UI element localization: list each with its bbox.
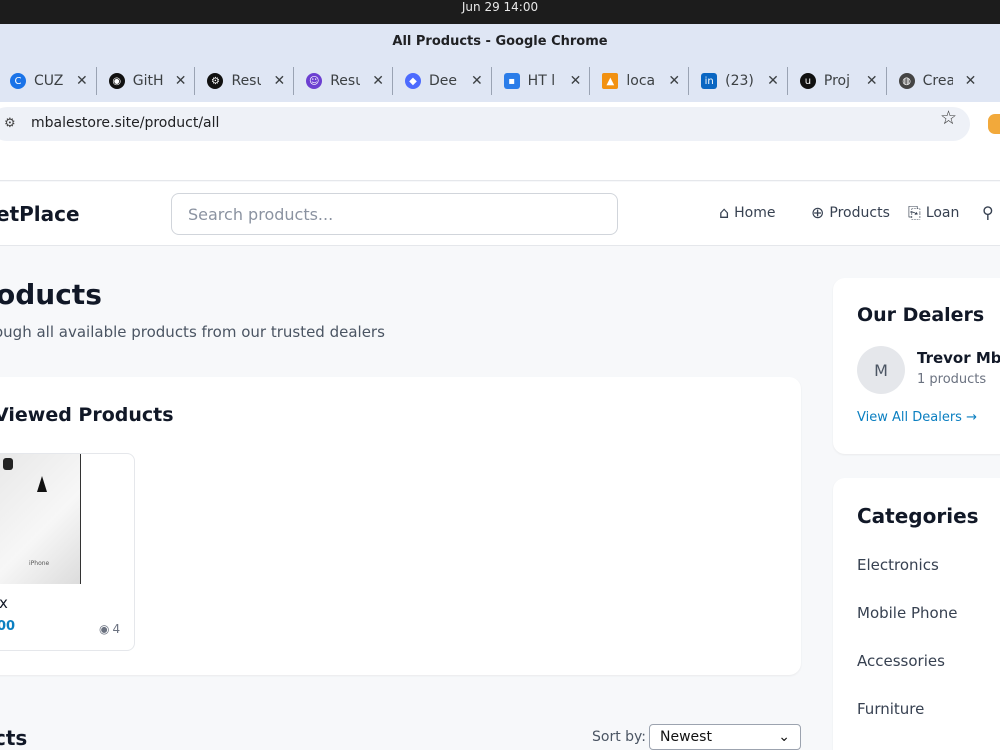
- openai-icon: ⚙: [207, 73, 224, 89]
- briefcase-icon: ⎘: [908, 203, 921, 222]
- product-card[interactable]: iPhone x 00 ◉ 4: [0, 453, 135, 651]
- view-all-dealers-link[interactable]: View All Dealers →: [857, 410, 977, 425]
- product-price: 00: [0, 619, 16, 634]
- sort-select[interactable]: Newest ⌄: [649, 724, 801, 750]
- home-icon: ⌂: [719, 203, 730, 222]
- products-heading: cts: [0, 726, 28, 750]
- pma-icon: ▲: [602, 73, 619, 89]
- sort-label: Sort by:: [592, 729, 647, 745]
- user-icon: ⚲: [982, 203, 994, 222]
- product-views: ◉ 4: [99, 622, 120, 636]
- category-item-mobile-phone[interactable]: Mobile Phone: [857, 604, 957, 622]
- nav-products[interactable]: ⊕ Products: [811, 203, 890, 222]
- deepseek-icon: ◆: [404, 73, 421, 89]
- tab-create[interactable]: ◍ Crea ✕: [885, 67, 985, 95]
- ht-icon: ▪: [503, 73, 520, 89]
- category-item-accessories[interactable]: Accessories: [857, 652, 945, 670]
- plus-circle-icon: ⊕: [811, 203, 825, 222]
- product-name[interactable]: x: [0, 594, 8, 612]
- site-settings-icon[interactable]: ⚙: [4, 116, 16, 131]
- nav-products-label: Products: [829, 204, 890, 221]
- tab-strip: C CUZ ✕ ◉ GitH ✕ ⚙ Resu ✕ ☺ Resu ✕ ◆ Dee…: [0, 60, 1000, 102]
- page-top-spacer: [0, 146, 1000, 181]
- url-text[interactable]: mbalestore.site/product/all: [31, 115, 219, 131]
- close-icon[interactable]: ✕: [668, 73, 680, 89]
- search-input[interactable]: [171, 193, 618, 235]
- github-icon: ◉: [108, 73, 125, 89]
- tab-label: Crea: [922, 73, 953, 89]
- category-item-electronics[interactable]: Electronics: [857, 556, 939, 574]
- tab-resume-1[interactable]: ⚙ Resu ✕: [194, 67, 293, 95]
- close-icon[interactable]: ✕: [175, 73, 187, 89]
- tab-github[interactable]: ◉ GitH ✕: [95, 67, 195, 95]
- tab-resume-2[interactable]: ☺ Resu ✕: [293, 67, 392, 95]
- linkedin-icon: in: [701, 73, 718, 89]
- globe-icon: ◍: [898, 73, 915, 89]
- os-clock: Jun 29 14:00: [461, 0, 539, 14]
- close-icon[interactable]: ✕: [372, 73, 384, 89]
- window-title: All Products - Google Chrome: [0, 24, 1000, 60]
- tab-label: Proj: [823, 73, 850, 89]
- nav-account[interactable]: ⚲: [982, 203, 999, 222]
- close-icon[interactable]: ✕: [273, 73, 285, 89]
- camera-shape: [3, 458, 13, 470]
- site-logo[interactable]: etPlace: [0, 202, 80, 226]
- tab-label: HT l: [527, 73, 556, 89]
- apple-logo-icon: [37, 476, 47, 492]
- tab-label: (23): [725, 73, 754, 89]
- categories-title: Categories: [857, 504, 979, 528]
- avatar[interactable]: M: [857, 346, 905, 394]
- category-item-furniture[interactable]: Furniture: [857, 700, 924, 718]
- product-image-text: iPhone: [29, 560, 50, 567]
- views-count: 4: [112, 622, 121, 636]
- chevron-down-icon: ⌄: [778, 729, 790, 745]
- tab-ht[interactable]: ▪ HT l ✕: [490, 67, 590, 95]
- page-subtitle: ough all available products from our tru…: [0, 323, 385, 341]
- tab-label: Dee: [428, 73, 457, 89]
- close-icon[interactable]: ✕: [570, 73, 582, 89]
- os-top-bar: Jun 29 14:00: [0, 0, 1000, 24]
- c-logo-icon: C: [10, 73, 26, 89]
- tab-label: Resu: [231, 73, 262, 89]
- nav-home-label: Home: [734, 204, 776, 221]
- site-header: etPlace ⌂ Home ⊕ Products ⎘ Loan ⚲: [0, 182, 1000, 246]
- close-icon[interactable]: ✕: [965, 73, 977, 89]
- dealer-name[interactable]: Trevor Mba: [917, 349, 1000, 367]
- tab-deepseek[interactable]: ◆ Dee ✕: [391, 67, 491, 95]
- tab-label: CUZ: [34, 73, 64, 89]
- tab-linkedin[interactable]: in (23) ✕: [688, 67, 787, 95]
- close-icon[interactable]: ✕: [471, 73, 483, 89]
- tab-cuz[interactable]: C CUZ ✕: [0, 67, 96, 95]
- nav-home[interactable]: ⌂ Home: [719, 203, 776, 222]
- upwork-icon: u: [799, 73, 816, 89]
- dealers-title: Our Dealers: [857, 304, 985, 326]
- close-icon[interactable]: ✕: [866, 73, 878, 89]
- tab-label: Resu: [330, 73, 361, 89]
- page-title: oducts: [0, 278, 102, 311]
- close-icon[interactable]: ✕: [767, 73, 779, 89]
- tab-localhost[interactable]: ▲ loca ✕: [589, 67, 688, 95]
- eye-icon: ◉: [99, 622, 110, 636]
- nav-loan-label: Loan: [925, 205, 960, 221]
- address-bar[interactable]: ⚙ mbalestore.site/product/all: [0, 107, 970, 141]
- tab-upwork[interactable]: u Proj ✕: [786, 67, 886, 95]
- bookmark-star-icon[interactable]: ☆: [940, 107, 957, 129]
- tab-label: loca: [626, 73, 656, 89]
- smiley-icon: ☺: [306, 73, 323, 89]
- sort-value: Newest: [660, 729, 712, 745]
- recent-products-title: Viewed Products: [0, 404, 174, 426]
- extension-icon[interactable]: [988, 114, 1000, 134]
- nav-loan[interactable]: ⎘ Loan: [908, 203, 959, 223]
- browser-toolbar: ⚙ mbalestore.site/product/all ☆: [0, 102, 1000, 146]
- product-image[interactable]: iPhone: [0, 454, 81, 584]
- tab-label: GitH: [132, 73, 163, 89]
- dealer-product-count: 1 products: [917, 372, 987, 387]
- close-icon[interactable]: ✕: [76, 73, 88, 89]
